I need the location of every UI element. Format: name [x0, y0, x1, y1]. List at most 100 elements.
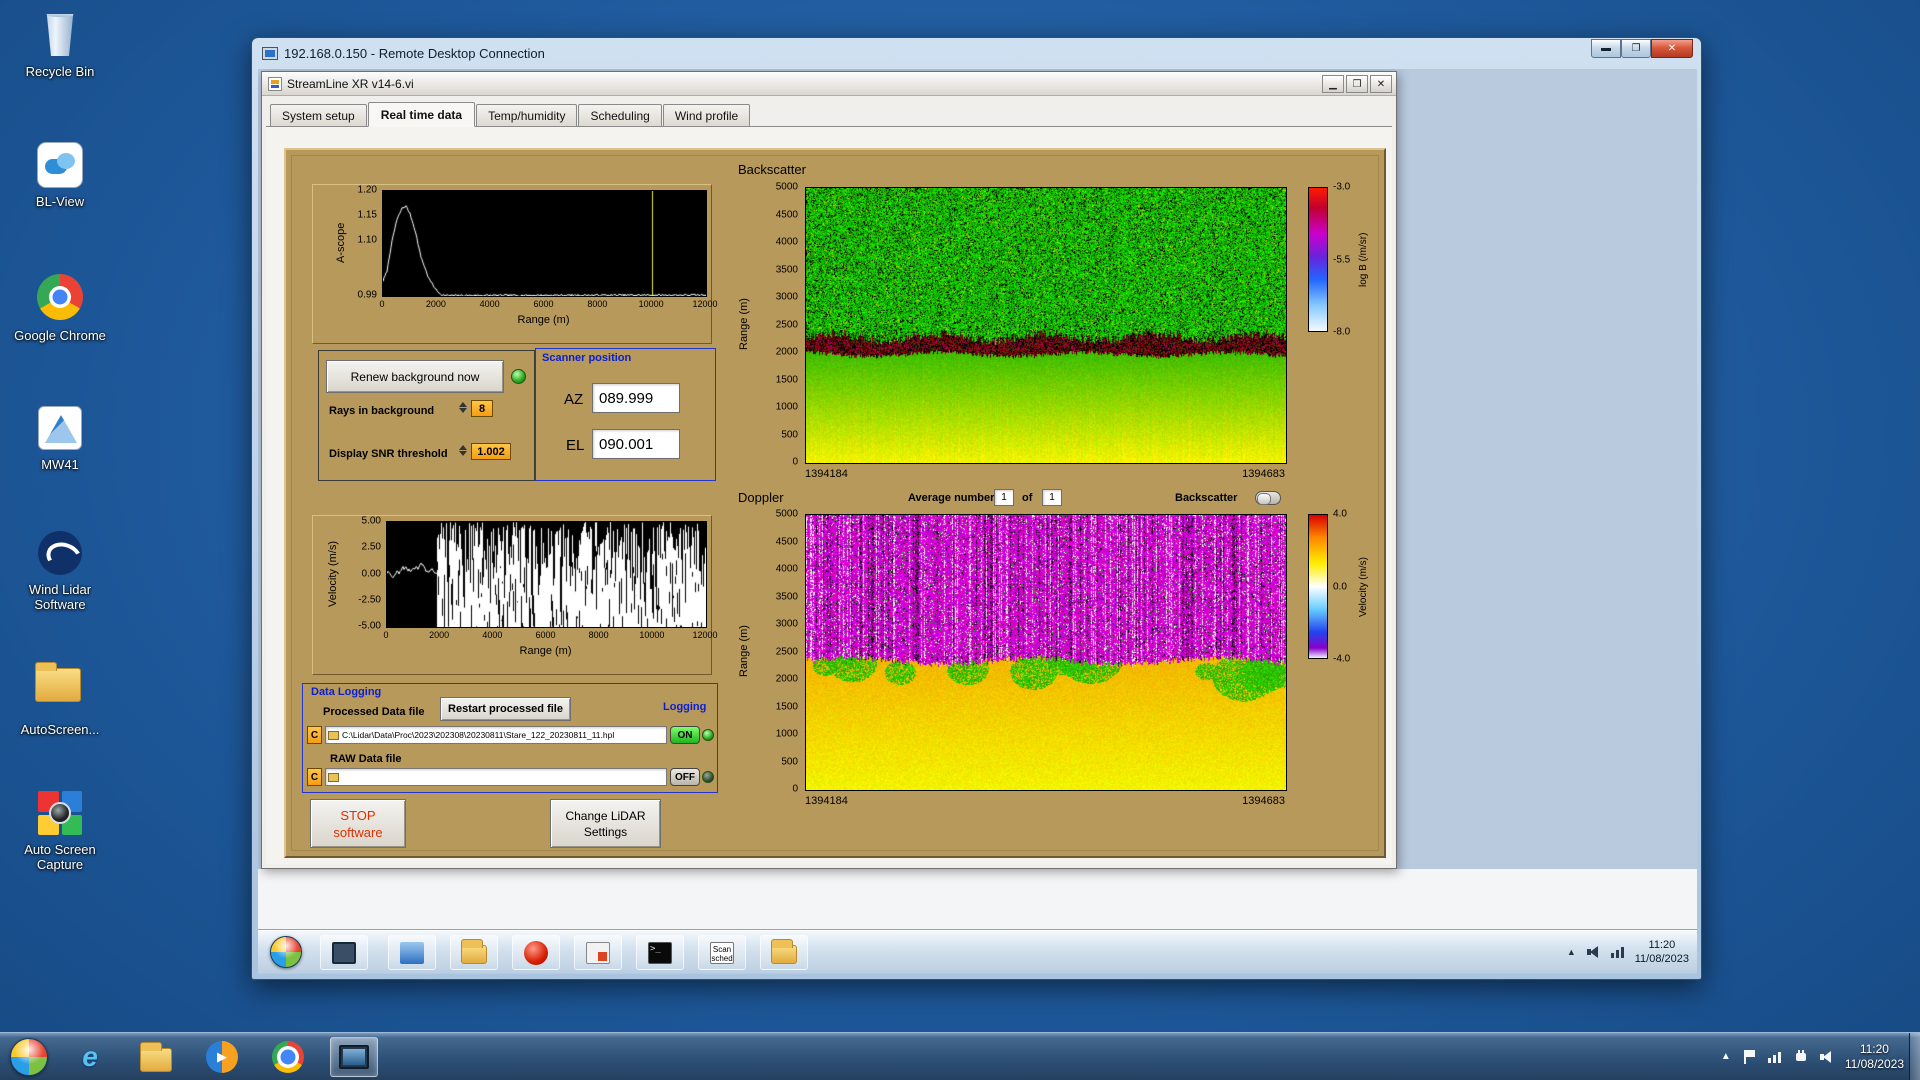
backscatter-doppler-toggle[interactable]	[1255, 491, 1281, 505]
host-volume-icon[interactable]	[1819, 1049, 1835, 1065]
remote-taskbar-folder[interactable]	[450, 935, 498, 970]
rdp-close-button[interactable]: ✕	[1651, 39, 1693, 58]
desktop-icon-google-chrome[interactable]: Google Chrome	[8, 272, 112, 343]
host-clock-time: 11:20	[1859, 1041, 1889, 1056]
host-taskbar-chrome[interactable]	[264, 1037, 312, 1077]
average-of-value[interactable]: 1	[1042, 489, 1062, 506]
action-center-flag-icon[interactable]	[1741, 1049, 1757, 1065]
remote-taskbar-scan-sched[interactable]: Scan sched	[698, 935, 746, 970]
rdp-titlebar[interactable]: 192.168.0.150 - Remote Desktop Connectio…	[252, 38, 1701, 69]
host-network-icon[interactable]	[1767, 1049, 1783, 1065]
renew-background-led	[511, 369, 526, 384]
tab-real-time-data[interactable]: Real time data	[367, 102, 476, 127]
remote-taskbar-rdp-app[interactable]	[320, 935, 368, 970]
wind-lidar-icon	[35, 528, 85, 578]
stop-software-button[interactable]: STOP software	[310, 799, 406, 848]
folder-icon	[461, 939, 487, 964]
host-taskbar-explorer[interactable]	[132, 1037, 180, 1077]
remote-hidden-icons-button[interactable]: ▲	[1567, 947, 1576, 957]
remote-volume-icon[interactable]	[1585, 944, 1601, 960]
processed-drive-box[interactable]: C	[307, 726, 322, 744]
desktop-icon-mw41[interactable]: MW41	[8, 403, 112, 472]
restart-processed-file-button[interactable]: Restart processed file	[440, 697, 571, 721]
streamline-minimize-button[interactable]: ▁	[1322, 75, 1344, 93]
remote-network-icon[interactable]	[1610, 944, 1626, 960]
remote-taskbar-stop-app[interactable]	[512, 935, 560, 970]
velocity-plot-area	[386, 521, 707, 628]
doppler-x-start: 1394184	[805, 795, 848, 807]
remote-clock[interactable]: 11:20 11/08/2023	[1635, 938, 1689, 966]
rays-value[interactable]: 8	[471, 400, 493, 417]
rdp-minimize-button[interactable]: ▬	[1591, 39, 1621, 58]
host-hidden-icons-button[interactable]: ▲	[1721, 1051, 1731, 1062]
snr-threshold-value[interactable]: 1.002	[471, 443, 511, 460]
host-clock[interactable]: 11:20 11/08/2023	[1845, 1042, 1904, 1072]
host-start-button[interactable]	[10, 1038, 48, 1076]
snr-threshold-label: Display SNR threshold	[329, 448, 448, 460]
backscatter-x-end: 1394683	[1242, 468, 1285, 480]
logging-label: Logging	[663, 701, 707, 713]
doppler-colorbar-label: Velocity (m/s)	[1358, 556, 1369, 617]
desktop-icon-label: Recycle Bin	[25, 64, 95, 79]
backscatter-title: Backscatter	[738, 162, 806, 177]
remote-start-button[interactable]	[270, 936, 302, 968]
change-button-line1: Change LiDAR	[565, 808, 646, 823]
raw-drive-box[interactable]: C	[307, 768, 322, 786]
raw-logging-led	[702, 771, 714, 783]
tab-scheduling[interactable]: Scheduling	[578, 104, 662, 126]
raw-path-field[interactable]	[325, 768, 667, 786]
renew-background-button[interactable]: Renew background now	[326, 360, 504, 393]
background-controls-box: Renew background now Rays in background …	[318, 350, 535, 481]
remote-taskbar-app-5[interactable]	[574, 935, 622, 970]
folder-icon	[771, 939, 797, 964]
rdp-maximize-button[interactable]: ❐	[1621, 39, 1651, 58]
change-button-line2: Settings	[583, 824, 628, 839]
desktop-icon-wind-lidar[interactable]: Wind Lidar Software	[8, 528, 112, 612]
media-player-icon: ▶	[206, 1041, 238, 1073]
streamline-titlebar[interactable]: StreamLine XR v14-6.vi ▁ ❐ ✕	[262, 72, 1396, 96]
browse-folder-icon[interactable]	[328, 772, 339, 782]
desktop: Recycle Bin BL-View Google Chrome MW41 W…	[0, 0, 1920, 1080]
desktop-icon-bl-view[interactable]: BL-View	[8, 140, 112, 209]
remote-taskbar: >_ Scan sched ▲ 11:20 11/08/2023	[258, 930, 1697, 973]
remote-taskbar-blue-app[interactable]	[388, 935, 436, 970]
desktop-icon-auto-screen-capture[interactable]: Auto Screen Capture	[8, 788, 112, 872]
host-power-icon[interactable]	[1793, 1049, 1809, 1065]
el-value[interactable]: 090.001	[592, 429, 680, 459]
auto-screen-capture-icon	[35, 788, 85, 838]
ascope-y-ticks: 1.20 1.15 1.10 0.99	[357, 184, 377, 301]
browse-folder-icon[interactable]	[328, 730, 339, 740]
raw-logging-off-switch[interactable]: OFF	[670, 768, 700, 786]
host-taskbar-ie[interactable]: e	[66, 1037, 114, 1077]
average-number-label: Average number	[908, 492, 995, 504]
average-number-value[interactable]: 1	[994, 489, 1014, 506]
tab-system-setup[interactable]: System setup	[270, 104, 367, 126]
ie-icon: e	[82, 1041, 98, 1072]
change-lidar-settings-button[interactable]: Change LiDAR Settings	[550, 799, 661, 848]
host-taskbar-rdp-active[interactable]	[330, 1037, 378, 1077]
tab-temp-humidity[interactable]: Temp/humidity	[476, 104, 578, 126]
doppler-colorbar	[1308, 514, 1328, 659]
processed-path-field[interactable]: C:\Lidar\Data\Proc\2023\202308\20230811\…	[325, 726, 667, 744]
backscatter-colorbar	[1308, 187, 1328, 332]
backscatter-colorbar-label: log B (/m/sr)	[1358, 232, 1369, 287]
velocity-x-ticks: 0 2000 4000 6000 8000 10000 12000	[383, 630, 718, 640]
remote-taskbar-folder-2[interactable]	[760, 935, 808, 970]
remote-taskbar-cmd[interactable]: >_	[636, 935, 684, 970]
desktop-icon-autoscreen[interactable]: AutoScreen...	[8, 658, 112, 737]
rays-spinner[interactable]	[457, 402, 468, 413]
show-desktop-button[interactable]	[1909, 1033, 1920, 1080]
remote-system-tray: ▲ 11:20 11/08/2023	[1567, 931, 1689, 973]
desktop-icon-label: AutoScreen...	[20, 722, 100, 737]
host-taskbar-media-player[interactable]: ▶	[198, 1037, 246, 1077]
remote-clock-date: 11/08/2023	[1634, 953, 1689, 965]
scan-sched-line2: sched	[711, 953, 733, 963]
az-value[interactable]: 089.999	[592, 383, 680, 413]
snr-spinner[interactable]	[457, 445, 468, 456]
tab-wind-profile[interactable]: Wind profile	[662, 104, 751, 126]
streamline-maximize-button[interactable]: ❐	[1346, 75, 1368, 93]
streamline-close-button[interactable]: ✕	[1370, 75, 1392, 93]
desktop-icon-recycle-bin[interactable]: Recycle Bin	[8, 10, 112, 79]
backscatter-y-ticks: 5000 4500 4000 3500 3000 2500 2000 1500 1000 500 0	[775, 181, 798, 468]
processed-logging-on-switch[interactable]: ON	[670, 726, 700, 744]
